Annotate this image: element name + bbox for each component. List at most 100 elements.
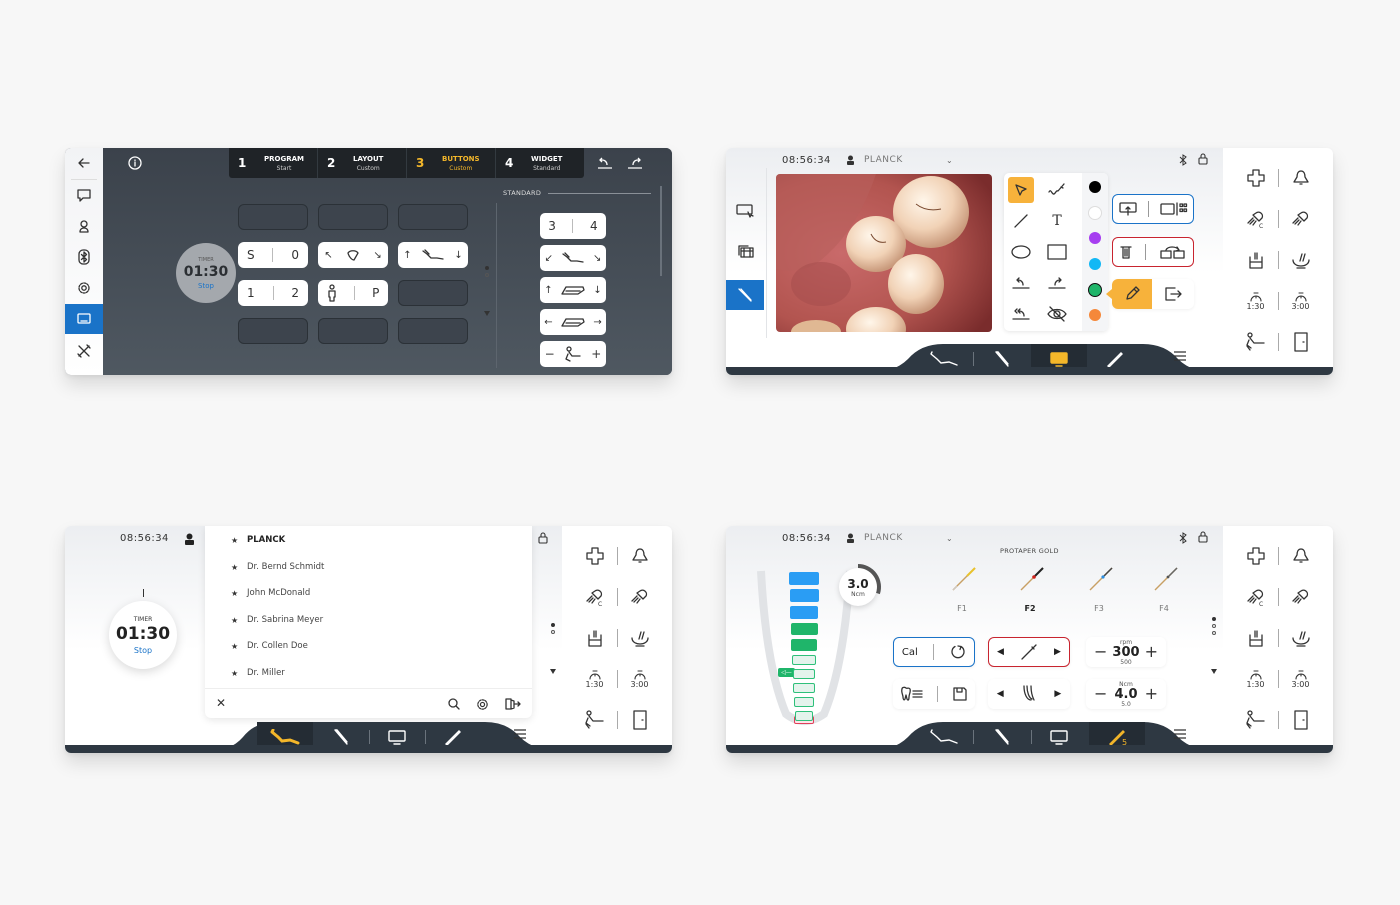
program-s-0-button[interactable]: S0 (238, 242, 308, 268)
timer-130-icon[interactable]: 1:30 (1244, 667, 1268, 691)
headrest-button[interactable]: ↖ ↘ (318, 242, 388, 268)
scroll-down-icon[interactable] (484, 311, 490, 316)
color-swatch[interactable] (1089, 206, 1101, 219)
lamp-composite-icon[interactable]: C (1244, 207, 1268, 231)
color-swatch[interactable] (1089, 181, 1101, 193)
user-selector[interactable]: PLANCK (864, 155, 903, 165)
bowl-rinse-icon[interactable] (1289, 248, 1313, 272)
door-icon[interactable] (1289, 708, 1313, 732)
timer-widget[interactable]: TIMER 01:30 Stop (176, 243, 236, 303)
color-swatch[interactable] (1089, 232, 1101, 244)
lock-icon[interactable] (1198, 531, 1208, 543)
prev-file-button[interactable]: ◀ (997, 647, 1004, 657)
chair-height-button[interactable]: ↑ ↓ (398, 242, 468, 268)
door-icon[interactable] (628, 708, 652, 732)
chair-recline-button[interactable]: ↙ ↘ (540, 245, 606, 271)
patient-position-button[interactable]: − + (540, 341, 606, 367)
user-list-item[interactable]: ★ Dr. Sabrina Meyer (231, 607, 323, 633)
color-swatch[interactable] (1089, 257, 1101, 270)
empty-slot[interactable] (238, 204, 308, 230)
export-button[interactable] (1152, 279, 1194, 309)
program-1-2-button[interactable]: 12 (238, 280, 308, 306)
file-f3[interactable]: F3 (1079, 564, 1119, 614)
bell-icon[interactable] (1289, 166, 1313, 190)
display-button[interactable] (65, 304, 103, 334)
chat-button[interactable] (65, 180, 103, 210)
lamp-icon[interactable] (1289, 585, 1313, 609)
save-icon[interactable] (952, 686, 968, 702)
page-indicator[interactable] (1212, 617, 1216, 635)
user-icon[interactable] (184, 533, 195, 545)
lamp-composite-icon[interactable]: C (1244, 585, 1268, 609)
bowl-rinse-icon[interactable] (1289, 626, 1313, 650)
patient-exit-icon[interactable] (583, 708, 607, 732)
timer-300-icon[interactable]: 3:00 (628, 667, 652, 691)
user-list-item[interactable]: ★ Dr. Bernd Schmidt (231, 554, 324, 580)
user-button[interactable] (65, 211, 103, 241)
torque-increase-button[interactable]: + (1145, 684, 1158, 703)
prev-canal-button[interactable]: ◀ (997, 689, 1004, 699)
lamp-composite-icon[interactable]: C (583, 585, 607, 609)
intraoral-camera-image[interactable] (776, 174, 992, 332)
timer-300-icon[interactable]: 3:00 (1289, 667, 1313, 691)
logout-button[interactable] (505, 698, 521, 710)
undo-all-tool[interactable] (1008, 301, 1034, 327)
info-icon[interactable] (128, 156, 142, 170)
scrollbar[interactable] (660, 186, 662, 276)
file-f1[interactable]: F1 (942, 564, 982, 614)
bluetooth-icon[interactable] (1179, 532, 1187, 544)
patient-p-button[interactable]: P (318, 280, 388, 306)
cross-icon[interactable] (1244, 166, 1268, 190)
text-tool[interactable]: T (1044, 208, 1070, 234)
empty-slot[interactable] (238, 318, 308, 344)
rectangle-tool[interactable] (1044, 239, 1070, 265)
ellipse-tool[interactable] (1008, 239, 1034, 265)
next-file-button[interactable]: ▶ (1054, 647, 1061, 657)
freehand-tool[interactable] (1044, 177, 1070, 203)
user-list-item[interactable]: ★ Dr. Miller (231, 660, 285, 686)
menu-button[interactable] (1174, 729, 1186, 739)
screen-select-button[interactable] (726, 196, 764, 226)
rotation-icon[interactable] (950, 644, 966, 660)
step-buttons[interactable]: 3 BUTTONS Custom (407, 148, 496, 178)
pointer-tool[interactable] (1008, 177, 1034, 203)
patient-exit-icon[interactable] (1244, 330, 1268, 354)
file-f2[interactable]: F2 (1010, 564, 1050, 614)
seat-position-button[interactable]: ← → (540, 309, 606, 335)
split-screen-icon[interactable] (1159, 202, 1188, 216)
bluetooth-button[interactable] (65, 242, 103, 272)
empty-slot[interactable] (318, 318, 388, 344)
cross-icon[interactable] (1244, 544, 1268, 568)
timer-stop-button[interactable]: Stop (198, 282, 214, 290)
hide-annotations-tool[interactable] (1044, 301, 1070, 327)
menu-button[interactable] (514, 729, 526, 739)
tooth-list-icon[interactable] (900, 686, 924, 702)
cup-fill-icon[interactable] (1244, 626, 1268, 650)
file-f4[interactable]: F4 (1144, 564, 1184, 614)
bell-icon[interactable] (628, 544, 652, 568)
undo-tool[interactable] (1008, 270, 1034, 296)
settings-button[interactable] (476, 698, 489, 711)
settings-button[interactable] (65, 273, 103, 303)
bowl-rinse-icon[interactable] (628, 626, 652, 650)
media-gallery-button[interactable] (726, 236, 764, 266)
color-swatch[interactable] (1088, 283, 1102, 297)
user-list-item[interactable]: ★ PLANCK (231, 527, 285, 553)
timer-130-icon[interactable]: 1:30 (1244, 289, 1268, 313)
scroll-down-icon[interactable] (1211, 669, 1217, 674)
color-swatch[interactable] (1089, 308, 1101, 321)
screen-share-icon[interactable] (1118, 202, 1137, 216)
speed-increase-button[interactable]: + (1145, 642, 1158, 661)
empty-slot[interactable] (398, 204, 468, 230)
timer-300-icon[interactable]: 3:00 (1289, 289, 1313, 313)
seat-height-button[interactable]: ↑ ↓ (540, 277, 606, 303)
cross-icon[interactable] (583, 544, 607, 568)
cup-fill-icon[interactable] (1244, 248, 1268, 272)
lock-icon[interactable] (1198, 153, 1208, 165)
empty-slot[interactable] (398, 318, 468, 344)
step-program[interactable]: 1 PROGRAM Start (229, 148, 318, 178)
empty-slot[interactable] (318, 204, 388, 230)
search-button[interactable] (448, 698, 460, 710)
scroll-down-icon[interactable] (550, 669, 556, 674)
bluetooth-icon[interactable] (1179, 154, 1187, 166)
